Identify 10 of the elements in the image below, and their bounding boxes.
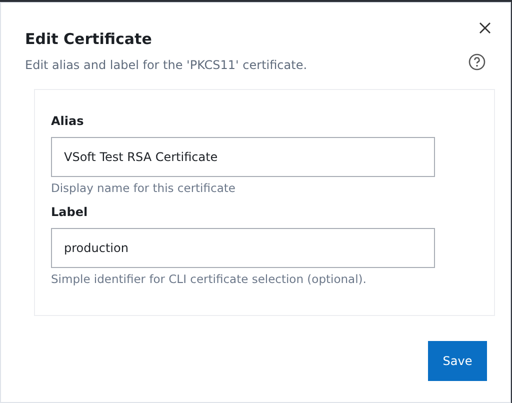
input-field[interactable]: production <box>51 228 435 268</box>
input-field[interactable]: VSoft Test RSA Certificate <box>51 137 435 177</box>
help-icon[interactable] <box>468 53 486 71</box>
dialog-title: Edit Certificate <box>25 30 153 48</box>
field-hint: Simple identifier for CLI certificate selection (optional). <box>51 272 368 286</box>
save-button[interactable]: Save <box>428 341 487 381</box>
field-label: Label <box>51 205 89 219</box>
dialog-subtitle: Edit alias and label for the 'PKCS11' certificate. <box>25 58 308 72</box>
field-hint: Display name for this certificate <box>51 181 236 195</box>
field-label: Alias <box>51 114 85 128</box>
